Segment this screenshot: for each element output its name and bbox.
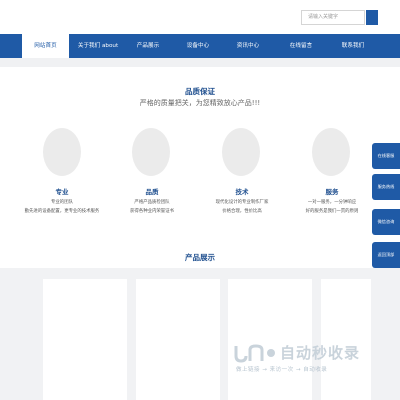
feature-text-service-1: 一对一服务，一分钟响应 [307, 200, 357, 205]
feature-text-service-2: 好的服务是我们一贯的原则 [305, 209, 359, 214]
watermark-tagline: 做上链接 → 来访一次 → 自动收录 [236, 367, 328, 373]
feature-text-professional-1: 专业的团队 [51, 200, 73, 205]
nav-item-message[interactable]: 在线留言 [278, 34, 324, 58]
search-button[interactable] [366, 10, 378, 25]
product-card[interactable] [228, 279, 312, 400]
product-card[interactable] [321, 279, 371, 400]
product-card[interactable] [43, 279, 127, 400]
nav-item-news[interactable]: 资讯中心 [226, 34, 270, 58]
top-bar: 请输入关键字 [0, 0, 400, 34]
side-button-wechat[interactable]: 微信咨询 [372, 209, 400, 235]
side-button-back-to-top[interactable]: 返回顶部 [372, 242, 400, 268]
feature-text-quality-2: 获得各种业内荣誉证书 [130, 209, 174, 214]
watermark-brand: 自动秒收录 [280, 344, 361, 362]
nav-item-equipment[interactable]: 设备中心 [176, 34, 220, 58]
nav-item-about[interactable]: 关于我们 about [73, 34, 123, 58]
search-input[interactable]: 请输入关键字 [301, 10, 365, 25]
feature-image-technology [222, 128, 260, 176]
main-nav: 网站首页 关于我们 about 产品展示 设备中心 资讯中心 在线留言 联系我们 [0, 34, 400, 58]
side-button-online-service[interactable]: 在线客服 [372, 143, 400, 169]
feature-image-service [312, 128, 350, 176]
feature-image-quality [132, 128, 170, 176]
feature-title-quality: 品质 [145, 188, 159, 196]
feature-text-quality-1: 严格产品质检团队 [134, 200, 170, 205]
nav-item-products[interactable]: 产品展示 [126, 34, 170, 58]
feature-text-technology-2: 价格合理，性价比高 [222, 209, 262, 214]
feature-title-technology: 技术 [235, 188, 249, 196]
quality-title: 品质保证 [185, 87, 215, 96]
feature-title-professional: 专业 [55, 188, 69, 196]
feature-text-technology-1: 现代化设计的专业制作厂家 [215, 200, 269, 205]
nav-item-home[interactable]: 网站首页 [22, 34, 69, 58]
feature-image-professional [43, 128, 81, 176]
product-card[interactable] [136, 279, 220, 400]
gray-band [0, 58, 400, 67]
nav-item-contact[interactable]: 联系我们 [330, 34, 376, 58]
side-button-hotline[interactable]: 服务热线 [372, 174, 400, 200]
products-title: 产品展示 [185, 253, 215, 262]
feature-text-professional-2: 勤先进的设备配置，更专业的技术服务 [24, 209, 100, 214]
feature-title-service: 服务 [325, 188, 339, 196]
quality-subtitle: 严格的质量把关，为您精致放心产品!!! [139, 99, 261, 107]
